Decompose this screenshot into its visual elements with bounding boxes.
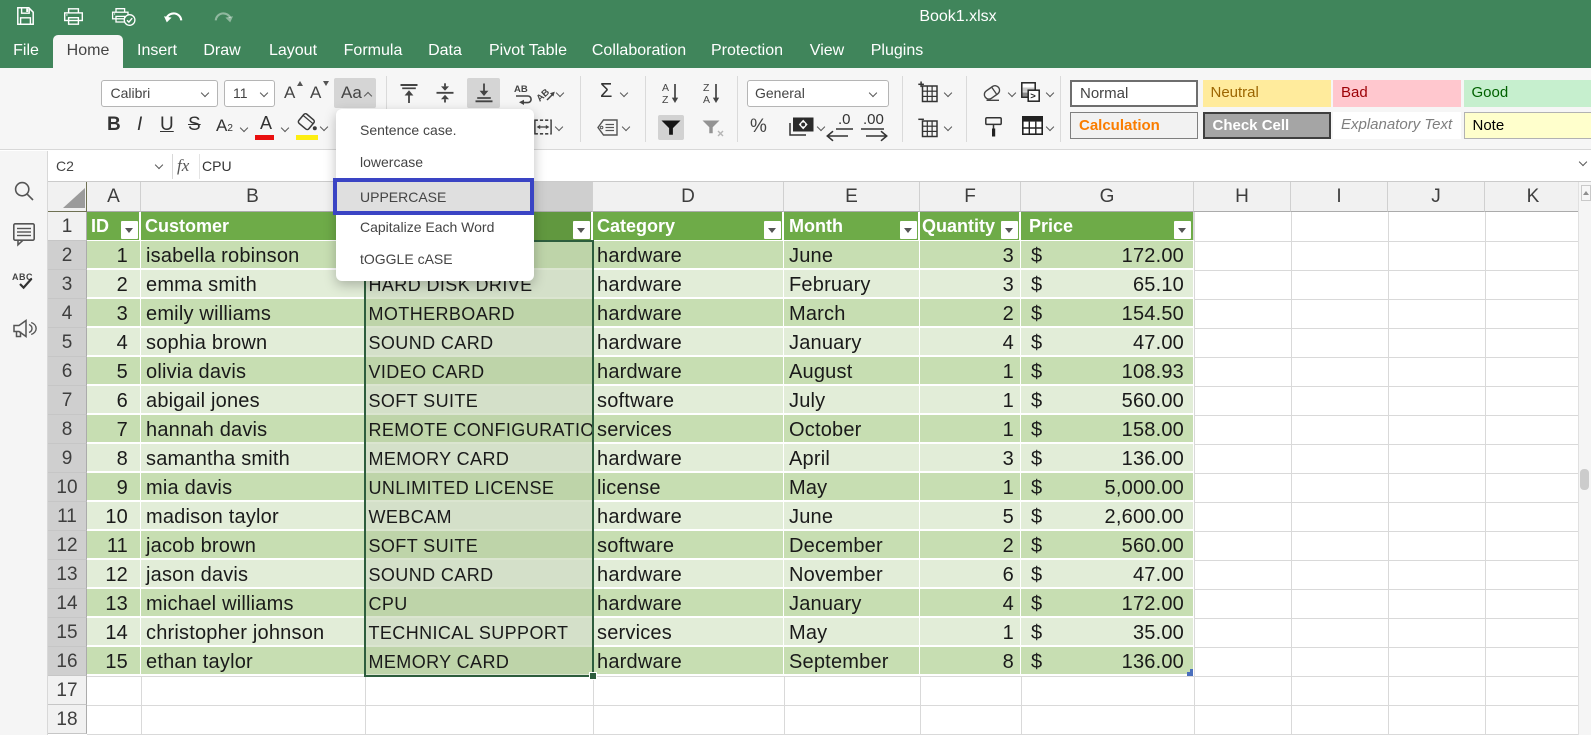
- svg-text:>: >: [1030, 91, 1036, 102]
- svg-text:A: A: [662, 82, 669, 94]
- svg-text:A: A: [703, 94, 710, 106]
- svg-text:AB: AB: [514, 84, 528, 95]
- svg-text:Z: Z: [703, 82, 710, 94]
- svg-text:Z: Z: [662, 94, 669, 106]
